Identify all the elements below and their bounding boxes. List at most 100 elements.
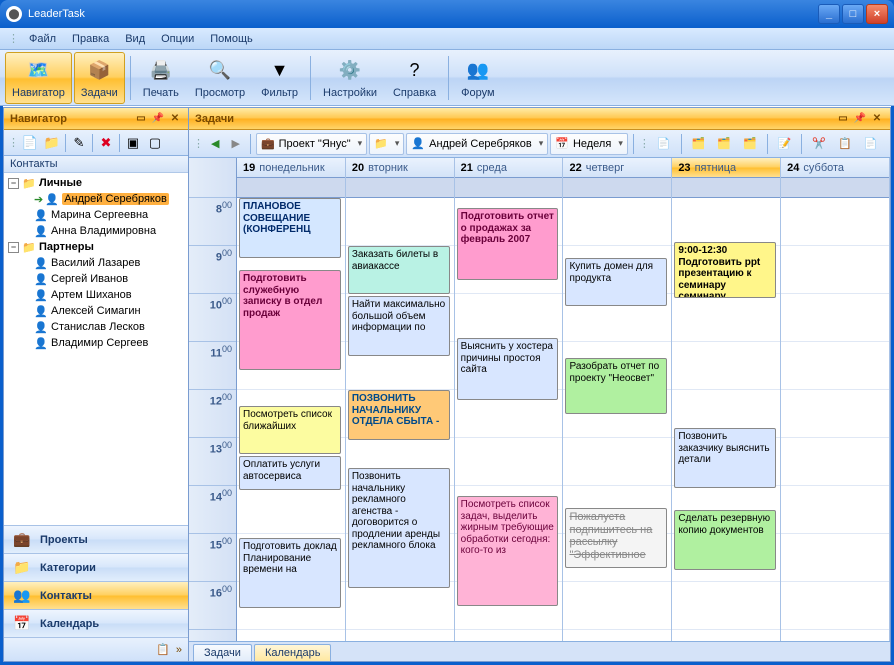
tb-paste-icon[interactable]: 📄: [859, 133, 883, 155]
tree-person[interactable]: 👤Станислав Лесков: [4, 319, 188, 335]
calendar-task[interactable]: Купить домен для продукта: [565, 258, 667, 306]
calendar-task[interactable]: Позвонить заказчику выяснить детали: [674, 428, 776, 488]
day-slots[interactable]: Подготовить отчет о продажах за февраль …: [455, 198, 563, 641]
calendar-task[interactable]: Найти максимально большой объем информац…: [348, 296, 450, 356]
view-dropdown[interactable]: 📅 Неделя: [550, 133, 628, 155]
calendar-task[interactable]: ПОЗВОНИТЬ НАЧАЛЬНИКУ ОТДЕЛА СБЫТА -: [348, 390, 450, 440]
calendar-task[interactable]: Пожалуста подпишитесь на рассылку "Эффек…: [565, 508, 667, 568]
tree-expand-icon[interactable]: −: [8, 242, 19, 253]
bottom-tab-Календарь[interactable]: Календарь: [254, 644, 332, 661]
menu-view[interactable]: Вид: [117, 33, 153, 45]
minimize-button[interactable]: _: [818, 4, 840, 24]
pane-pin-icon[interactable]: 📌: [151, 112, 165, 126]
allday-row[interactable]: [455, 178, 563, 198]
toolbar-справка[interactable]: ?Справка: [386, 52, 443, 104]
tree-person[interactable]: 👤Василий Лазарев: [4, 255, 188, 271]
tasks-close-icon[interactable]: ✕: [870, 112, 884, 126]
menu-help[interactable]: Помощь: [202, 33, 261, 45]
toolbar-просмотр[interactable]: 🔍Просмотр: [188, 52, 252, 104]
day-header[interactable]: 19понедельник: [237, 158, 345, 178]
tb-copy-icon[interactable]: 📋: [833, 133, 857, 155]
menu-edit[interactable]: Правка: [64, 33, 117, 45]
navcat-Категории[interactable]: 📁Категории: [4, 553, 188, 581]
close-button[interactable]: ×: [866, 4, 888, 24]
nav-fwd-button[interactable]: ▶: [226, 133, 244, 155]
tb-edit-icon[interactable]: 📝: [773, 133, 797, 155]
nav-back-button[interactable]: ◀: [206, 133, 224, 155]
tree-person[interactable]: 👤Алексей Симагин: [4, 303, 188, 319]
tb-task2-icon[interactable]: 🗂️: [712, 133, 736, 155]
tree-expand-icon[interactable]: −: [8, 178, 19, 189]
tb-task3-icon[interactable]: 🗂️: [738, 133, 762, 155]
calendar-task[interactable]: Разобрать отчет по проекту "Неосвет": [565, 358, 667, 414]
maximize-button[interactable]: □: [842, 4, 864, 24]
bottom-tab-Задачи[interactable]: Задачи: [193, 644, 252, 661]
day-header[interactable]: 22четверг: [563, 158, 671, 178]
menu-file[interactable]: Файл: [21, 33, 64, 45]
allday-row[interactable]: [237, 178, 345, 198]
pane-close-icon[interactable]: ✕: [168, 112, 182, 126]
calendar-task[interactable]: Позвонить начальнику рекламного агенства…: [348, 468, 450, 588]
menu-options[interactable]: Опции: [153, 33, 202, 45]
tb-cut-icon[interactable]: ✂️: [807, 133, 831, 155]
day-slots[interactable]: 9:00-12:30 Подготовить ppt презентацию к…: [672, 198, 780, 641]
day-header[interactable]: 21среда: [455, 158, 563, 178]
tree-person[interactable]: 👤Марина Сергеевна: [4, 207, 188, 223]
day-slots[interactable]: [781, 198, 889, 641]
project-dropdown[interactable]: 💼 Проект "Янус": [256, 133, 367, 155]
calendar-task[interactable]: Подготовить служебную записку в отдел пр…: [239, 270, 341, 370]
day-header[interactable]: 24суббота: [781, 158, 889, 178]
toolbar-печать[interactable]: 🖨️Печать: [136, 52, 186, 104]
calendar-task[interactable]: Подготовить отчет о продажах за февраль …: [457, 208, 559, 280]
nav-btn-delete-icon[interactable]: ✖: [96, 133, 116, 153]
calendar-task[interactable]: 9:00-12:30 Подготовить ppt презентацию к…: [674, 242, 776, 298]
tree-folder[interactable]: −📁Личные: [4, 175, 188, 191]
tree-person[interactable]: 👤Анна Владимировна: [4, 223, 188, 239]
allday-row[interactable]: [781, 178, 889, 198]
navcat-Проекты[interactable]: 💼Проекты: [4, 525, 188, 553]
tasks-pin-icon[interactable]: 📌: [853, 112, 867, 126]
toolbar-задачи[interactable]: 📦Задачи: [74, 52, 125, 104]
calendar-task[interactable]: Выяснить у хостера причины простоя сайта: [457, 338, 559, 400]
tree-person[interactable]: 👤Артем Шиханов: [4, 287, 188, 303]
tree-folder[interactable]: −📁Партнеры: [4, 239, 188, 255]
day-slots[interactable]: Заказать билеты в авиакассеНайти максима…: [346, 198, 454, 641]
allday-row[interactable]: [672, 178, 780, 198]
calendar-task[interactable]: Сделать резервную копию документов: [674, 510, 776, 570]
toolbar-фильтр[interactable]: ▼Фильтр: [254, 52, 305, 104]
calendar-task[interactable]: ПЛАНОВОЕ СОВЕЩАНИЕ (КОНФЕРЕНЦ: [239, 198, 341, 258]
tree-person[interactable]: 👤Владимир Сергеев: [4, 335, 188, 351]
day-header[interactable]: 23пятница: [672, 158, 780, 178]
pane-dock-icon[interactable]: ▭: [134, 112, 148, 126]
allday-row[interactable]: [346, 178, 454, 198]
navcat-Календарь[interactable]: 📅Календарь: [4, 609, 188, 637]
tree-person[interactable]: ➔👤Андрей Серебряков: [4, 191, 188, 207]
calendar-task[interactable]: Подготовить доклад Планирование времени …: [239, 538, 341, 608]
nav-btn-expand-icon[interactable]: ▣: [123, 133, 143, 153]
toolbar-настройки[interactable]: ⚙️Настройки: [316, 52, 384, 104]
footer-chevron-icon[interactable]: »: [176, 644, 182, 656]
toolbar-форум[interactable]: 👥Форум: [454, 52, 501, 104]
nav-btn-edit-icon[interactable]: ✎: [69, 133, 89, 153]
toolbar-навигатор[interactable]: 🗺️Навигатор: [5, 52, 72, 104]
tb-new-icon[interactable]: 📄: [652, 133, 676, 155]
calendar-task[interactable]: Заказать билеты в авиакассе: [348, 246, 450, 294]
calendar-task[interactable]: Оплатить услуги автосервиса: [239, 456, 341, 490]
navcat-Контакты[interactable]: 👥Контакты: [4, 581, 188, 609]
day-slots[interactable]: ПЛАНОВОЕ СОВЕЩАНИЕ (КОНФЕРЕНЦ Подготовить…: [237, 198, 345, 641]
nav-btn-collapse-icon[interactable]: ▢: [145, 133, 165, 153]
folder-dropdown[interactable]: 📁: [369, 133, 404, 155]
day-header[interactable]: 20вторник: [346, 158, 454, 178]
footer-icon[interactable]: 📋: [156, 643, 170, 656]
person-dropdown[interactable]: 👤 Андрей Серебряков: [406, 133, 548, 155]
calendar-task[interactable]: Посмотреть список задач, выделить жирным…: [457, 496, 559, 606]
allday-row[interactable]: [563, 178, 671, 198]
calendar-task[interactable]: Посмотреть список ближайших: [239, 406, 341, 454]
tasks-dock-icon[interactable]: ▭: [836, 112, 850, 126]
nav-btn-new-icon[interactable]: 📄: [20, 133, 40, 153]
day-slots[interactable]: Купить домен для продукта Разобрать отчет…: [563, 198, 671, 641]
nav-btn-newfolder-icon[interactable]: 📁: [42, 133, 62, 153]
contacts-tree[interactable]: −📁Личные➔👤Андрей Серебряков👤Марина Серге…: [4, 173, 188, 525]
tree-person[interactable]: 👤Сергей Иванов: [4, 271, 188, 287]
tb-task1-icon[interactable]: 🗂️: [687, 133, 711, 155]
